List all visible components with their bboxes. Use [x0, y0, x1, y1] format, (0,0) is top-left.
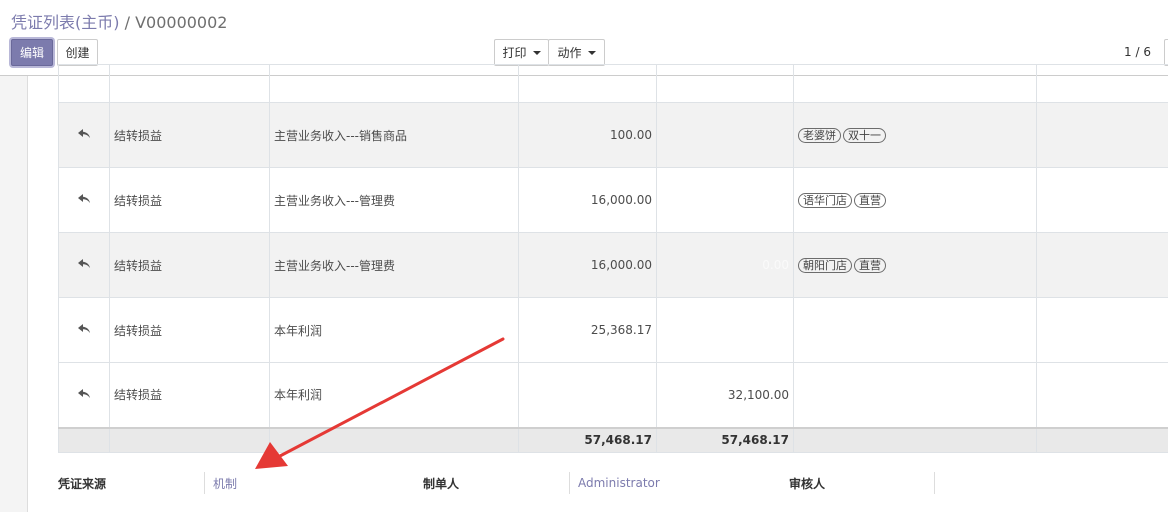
credit-cell[interactable]: 0.00 — [656, 232, 794, 298]
debit-cell[interactable] — [518, 362, 657, 428]
reviewer-value[interactable] — [934, 472, 935, 494]
credit-cell[interactable]: 0.00 — [656, 102, 794, 168]
maker-value-link[interactable]: Administrator — [569, 472, 660, 494]
tag-chip: 直营 — [854, 192, 886, 208]
source-label: 凭证来源 — [58, 476, 107, 491]
summary-cell[interactable]: 结转损益 — [109, 232, 270, 298]
print-dropdown-button[interactable]: 打印 — [494, 39, 549, 66]
tags-cell[interactable]: 语华门店 直营 — [793, 167, 1037, 233]
summary-cell[interactable]: 结转损益 — [109, 102, 270, 168]
tag-chip: 老婆饼 — [798, 127, 841, 143]
summary-cell[interactable]: 结转损益 — [109, 167, 270, 233]
credit-cell[interactable] — [656, 297, 794, 363]
tags-cell[interactable] — [793, 362, 1037, 428]
debit-cell[interactable]: 16,000.00 — [518, 232, 657, 298]
tag-chip: 朝阳门店 — [798, 257, 852, 273]
breadcrumb: 凭证列表(主币) / V00000002 — [11, 9, 227, 33]
debit-total: 57,468.17 — [518, 426, 657, 453]
voucher-lines-table: 结转损益 主营业务收入---销售商品 100.00 0.00 老婆饼 双十一 结转… — [58, 64, 1168, 453]
table-row[interactable]: 结转损益 主营业务收入---销售商品 100.00 0.00 老婆饼 双十一 — [58, 102, 1168, 168]
reviewer-label: 审核人 — [789, 476, 826, 491]
account-cell[interactable]: 本年利润 — [269, 362, 519, 428]
reply-arrow-icon[interactable] — [58, 102, 110, 168]
action-dropdown-button[interactable]: 动作 — [548, 39, 605, 66]
tags-cell[interactable]: 朝阳门店 直营 — [793, 232, 1037, 298]
reply-arrow-icon[interactable] — [58, 297, 110, 363]
credit-total: 57,468.17 — [656, 426, 794, 453]
edit-button[interactable]: 编辑 — [11, 39, 53, 66]
table-row[interactable]: 结转损益 本年利润 25,368.17 — [58, 297, 1168, 363]
action-label: 动作 — [557, 46, 582, 60]
debit-cell[interactable]: 25,368.17 — [518, 297, 657, 363]
pager-previous-button[interactable] — [1164, 39, 1168, 66]
table-row[interactable]: 结转损益 主营业务收入---管理费 16,000.00 0.00 朝阳门店 直营 — [58, 232, 1168, 298]
reply-arrow-icon[interactable] — [58, 232, 110, 298]
summary-cell[interactable]: 结转损益 — [109, 362, 270, 428]
print-label: 打印 — [502, 46, 527, 60]
form-sheet: 结转损益 主营业务收入---销售商品 100.00 0.00 老婆饼 双十一 结转… — [27, 64, 1168, 512]
caret-down-icon — [587, 50, 596, 55]
totals-row: 57,468.17 57,468.17 — [58, 426, 1168, 453]
maker-label: 制单人 — [423, 476, 460, 491]
credit-cell[interactable]: 32,100.00 — [656, 362, 794, 428]
tag-chip: 直营 — [854, 257, 886, 273]
account-cell[interactable]: 本年利润 — [269, 297, 519, 363]
create-button[interactable]: 创建 — [57, 39, 98, 66]
pager-value[interactable]: 1 / 6 — [1124, 45, 1151, 59]
breadcrumb-separator: / — [124, 13, 130, 32]
summary-cell[interactable]: 结转损益 — [109, 297, 270, 363]
credit-cell[interactable] — [656, 167, 794, 233]
source-value[interactable]: 机制 — [204, 472, 237, 494]
table-row[interactable] — [58, 64, 1168, 103]
caret-down-icon — [532, 50, 541, 55]
account-cell[interactable]: 主营业务收入---销售商品 — [269, 102, 519, 168]
tag-chip: 双十一 — [843, 127, 886, 143]
breadcrumb-parent-link[interactable]: 凭证列表(主币) — [11, 13, 120, 32]
table-row[interactable]: 结转损益 主营业务收入---管理费 16,000.00 语华门店 直营 — [58, 167, 1168, 233]
reply-arrow-icon[interactable] — [58, 167, 110, 233]
account-cell[interactable]: 主营业务收入---管理费 — [269, 232, 519, 298]
form-view: 结转损益 主营业务收入---销售商品 100.00 0.00 老婆饼 双十一 结转… — [0, 64, 1168, 512]
debit-cell[interactable]: 16,000.00 — [518, 167, 657, 233]
tags-cell[interactable]: 老婆饼 双十一 — [793, 102, 1037, 168]
debit-cell[interactable]: 100.00 — [518, 102, 657, 168]
tags-cell[interactable] — [793, 297, 1037, 363]
breadcrumb-current: V00000002 — [135, 13, 228, 32]
reply-arrow-icon[interactable] — [58, 362, 110, 428]
table-row[interactable]: 结转损益 本年利润 32,100.00 — [58, 362, 1168, 428]
voucher-footer-fields: 凭证来源 机制 制单人 Administrator 审核人 — [58, 472, 1168, 496]
tag-chip: 语华门店 — [798, 192, 852, 208]
account-cell[interactable]: 主营业务收入---管理费 — [269, 167, 519, 233]
